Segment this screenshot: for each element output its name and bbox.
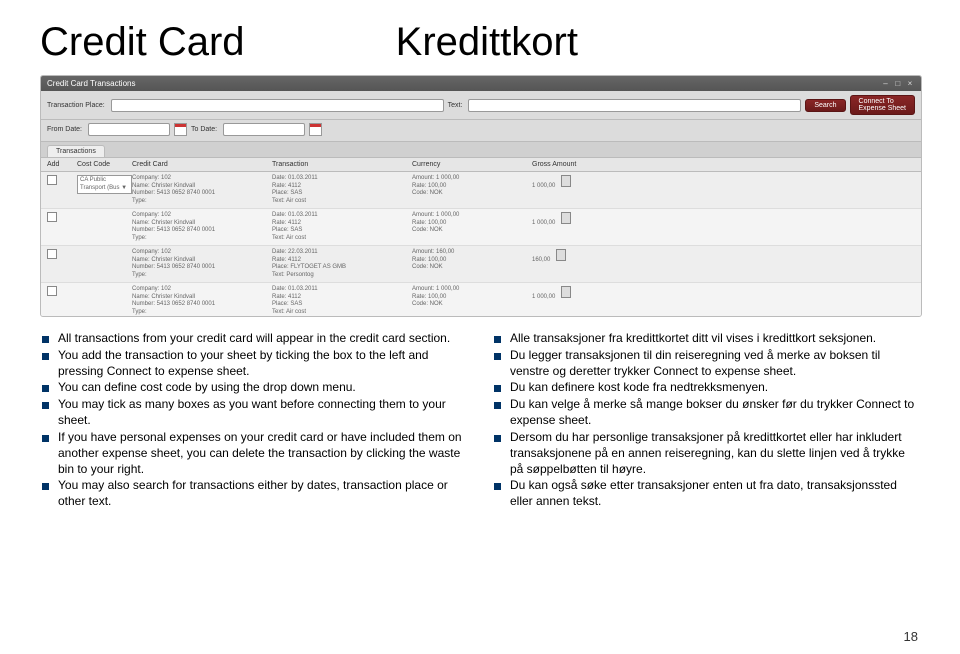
- transaction-cell: Date: 22.03.2011Rate: 4112Place: FLYTOGE…: [272, 249, 412, 279]
- transaction-place-label: Transaction Place:: [47, 102, 105, 109]
- bullets-no: Alle transaksjoner fra kredittkortet dit…: [492, 331, 920, 510]
- title-no: Kredittkort: [396, 20, 578, 64]
- list-item: Dersom du har personlige transaksjoner p…: [510, 430, 920, 477]
- list-item: You can define cost code by using the dr…: [58, 380, 468, 396]
- list-item: Du legger transaksjonen til din reisereg…: [510, 348, 920, 380]
- transaction-place-input[interactable]: [111, 99, 444, 112]
- table-row: CA Public Transport (Bus ▼ Company: 102N…: [41, 172, 921, 209]
- transaction-cell: Date: 01.03.2011Rate: 4112Place: SASText…: [272, 212, 412, 242]
- window-titlebar: Credit Card Transactions – □ ×: [41, 76, 921, 91]
- trash-icon[interactable]: [561, 286, 571, 298]
- table-row: Company: 102Name: Christer KindvallNumbe…: [41, 283, 921, 317]
- col-norwegian: Alle transaksjoner fra kredittkortet dit…: [492, 331, 920, 511]
- title-en: Credit Card: [40, 20, 245, 64]
- text-input[interactable]: [468, 99, 801, 112]
- cost-code-cell[interactable]: CA Public Transport (Bus ▼: [77, 175, 132, 205]
- connect-button[interactable]: Connect To Expense Sheet: [850, 95, 915, 115]
- col-add: Add: [47, 161, 77, 168]
- col-currency: Currency: [412, 161, 532, 168]
- transaction-cell: Date: 01.03.2011Rate: 4112Place: SASText…: [272, 286, 412, 316]
- table-header: Add Cost Code Credit Card Transaction Cu…: [41, 158, 921, 172]
- table-row: Company: 102Name: Christer KindvallNumbe…: [41, 209, 921, 246]
- page-number: 18: [904, 629, 918, 644]
- list-item: Du kan definere kost kode fra nedtrekksm…: [510, 380, 920, 396]
- gross-cell: 160,00: [532, 249, 612, 279]
- list-item: If you have personal expenses on your cr…: [58, 430, 468, 477]
- list-item: Alle transaksjoner fra kredittkortet dit…: [510, 331, 920, 347]
- col-credit-card: Credit Card: [132, 161, 272, 168]
- calendar-icon[interactable]: [309, 123, 322, 136]
- col-english: All transactions from your credit card w…: [40, 331, 468, 511]
- add-checkbox[interactable]: [47, 249, 57, 259]
- calendar-icon[interactable]: [174, 123, 187, 136]
- maximize-icon[interactable]: □: [893, 79, 903, 88]
- credit-card-cell: Company: 102Name: Christer KindvallNumbe…: [132, 286, 272, 316]
- table-row: Company: 102Name: Christer KindvallNumbe…: [41, 246, 921, 283]
- search-toolbar: Transaction Place: Text: Search Connect …: [41, 91, 921, 120]
- bullets-en: All transactions from your credit card w…: [40, 331, 468, 510]
- currency-cell: Amount: 160,00Rate: 100,00Code: NOK: [412, 249, 532, 279]
- credit-card-cell: Company: 102Name: Christer KindvallNumbe…: [132, 249, 272, 279]
- minimize-icon[interactable]: –: [881, 79, 891, 88]
- window-controls: – □ ×: [881, 79, 915, 88]
- close-icon[interactable]: ×: [905, 79, 915, 88]
- trash-icon[interactable]: [556, 249, 566, 261]
- list-item: Du kan også søke etter transaksjoner ent…: [510, 478, 920, 510]
- currency-cell: Amount: 1 000,00Rate: 100,00Code: NOK: [412, 286, 532, 316]
- gross-cell: 1 000,00: [532, 286, 612, 316]
- search-button[interactable]: Search: [805, 99, 845, 112]
- col-transaction: Transaction: [272, 161, 412, 168]
- list-item: All transactions from your credit card w…: [58, 331, 468, 347]
- cost-code-cell[interactable]: [77, 286, 132, 316]
- to-date-input[interactable]: [223, 123, 305, 136]
- add-checkbox[interactable]: [47, 286, 57, 296]
- col-gross: Gross Amount: [532, 161, 612, 168]
- col-cost-code: Cost Code: [77, 161, 132, 168]
- gross-cell: 1 000,00: [532, 212, 612, 242]
- currency-cell: Amount: 1 000,00Rate: 100,00Code: NOK: [412, 175, 532, 205]
- date-toolbar: From Date: To Date:: [41, 120, 921, 142]
- currency-cell: Amount: 1 000,00Rate: 100,00Code: NOK: [412, 212, 532, 242]
- list-item: Du kan velge å merke så mange bokser du …: [510, 397, 920, 429]
- credit-card-cell: Company: 102Name: Christer KindvallNumbe…: [132, 175, 272, 205]
- cost-code-cell[interactable]: [77, 249, 132, 279]
- tab-transactions[interactable]: Transactions: [47, 145, 105, 157]
- list-item: You may also search for transactions eit…: [58, 478, 468, 510]
- text-label: Text:: [448, 102, 463, 109]
- page-title: Credit Card Kredittkort: [40, 20, 920, 65]
- table-body: CA Public Transport (Bus ▼ Company: 102N…: [41, 172, 921, 317]
- add-checkbox[interactable]: [47, 212, 57, 222]
- trash-icon[interactable]: [561, 212, 571, 224]
- trash-icon[interactable]: [561, 175, 571, 187]
- window-title: Credit Card Transactions: [47, 79, 135, 88]
- tab-bar: Transactions: [41, 142, 921, 158]
- cost-code-cell[interactable]: [77, 212, 132, 242]
- gross-cell: 1 000,00: [532, 175, 612, 205]
- to-date-label: To Date:: [191, 126, 217, 133]
- from-date-label: From Date:: [47, 126, 82, 133]
- credit-card-cell: Company: 102Name: Christer KindvallNumbe…: [132, 212, 272, 242]
- list-item: You may tick as many boxes as you want b…: [58, 397, 468, 429]
- from-date-input[interactable]: [88, 123, 170, 136]
- list-item: You add the transaction to your sheet by…: [58, 348, 468, 380]
- body-columns: All transactions from your credit card w…: [40, 331, 920, 511]
- app-screenshot: Credit Card Transactions – □ × Transacti…: [40, 75, 922, 317]
- transaction-cell: Date: 01.03.2011Rate: 4112Place: SASText…: [272, 175, 412, 205]
- add-checkbox[interactable]: [47, 175, 57, 185]
